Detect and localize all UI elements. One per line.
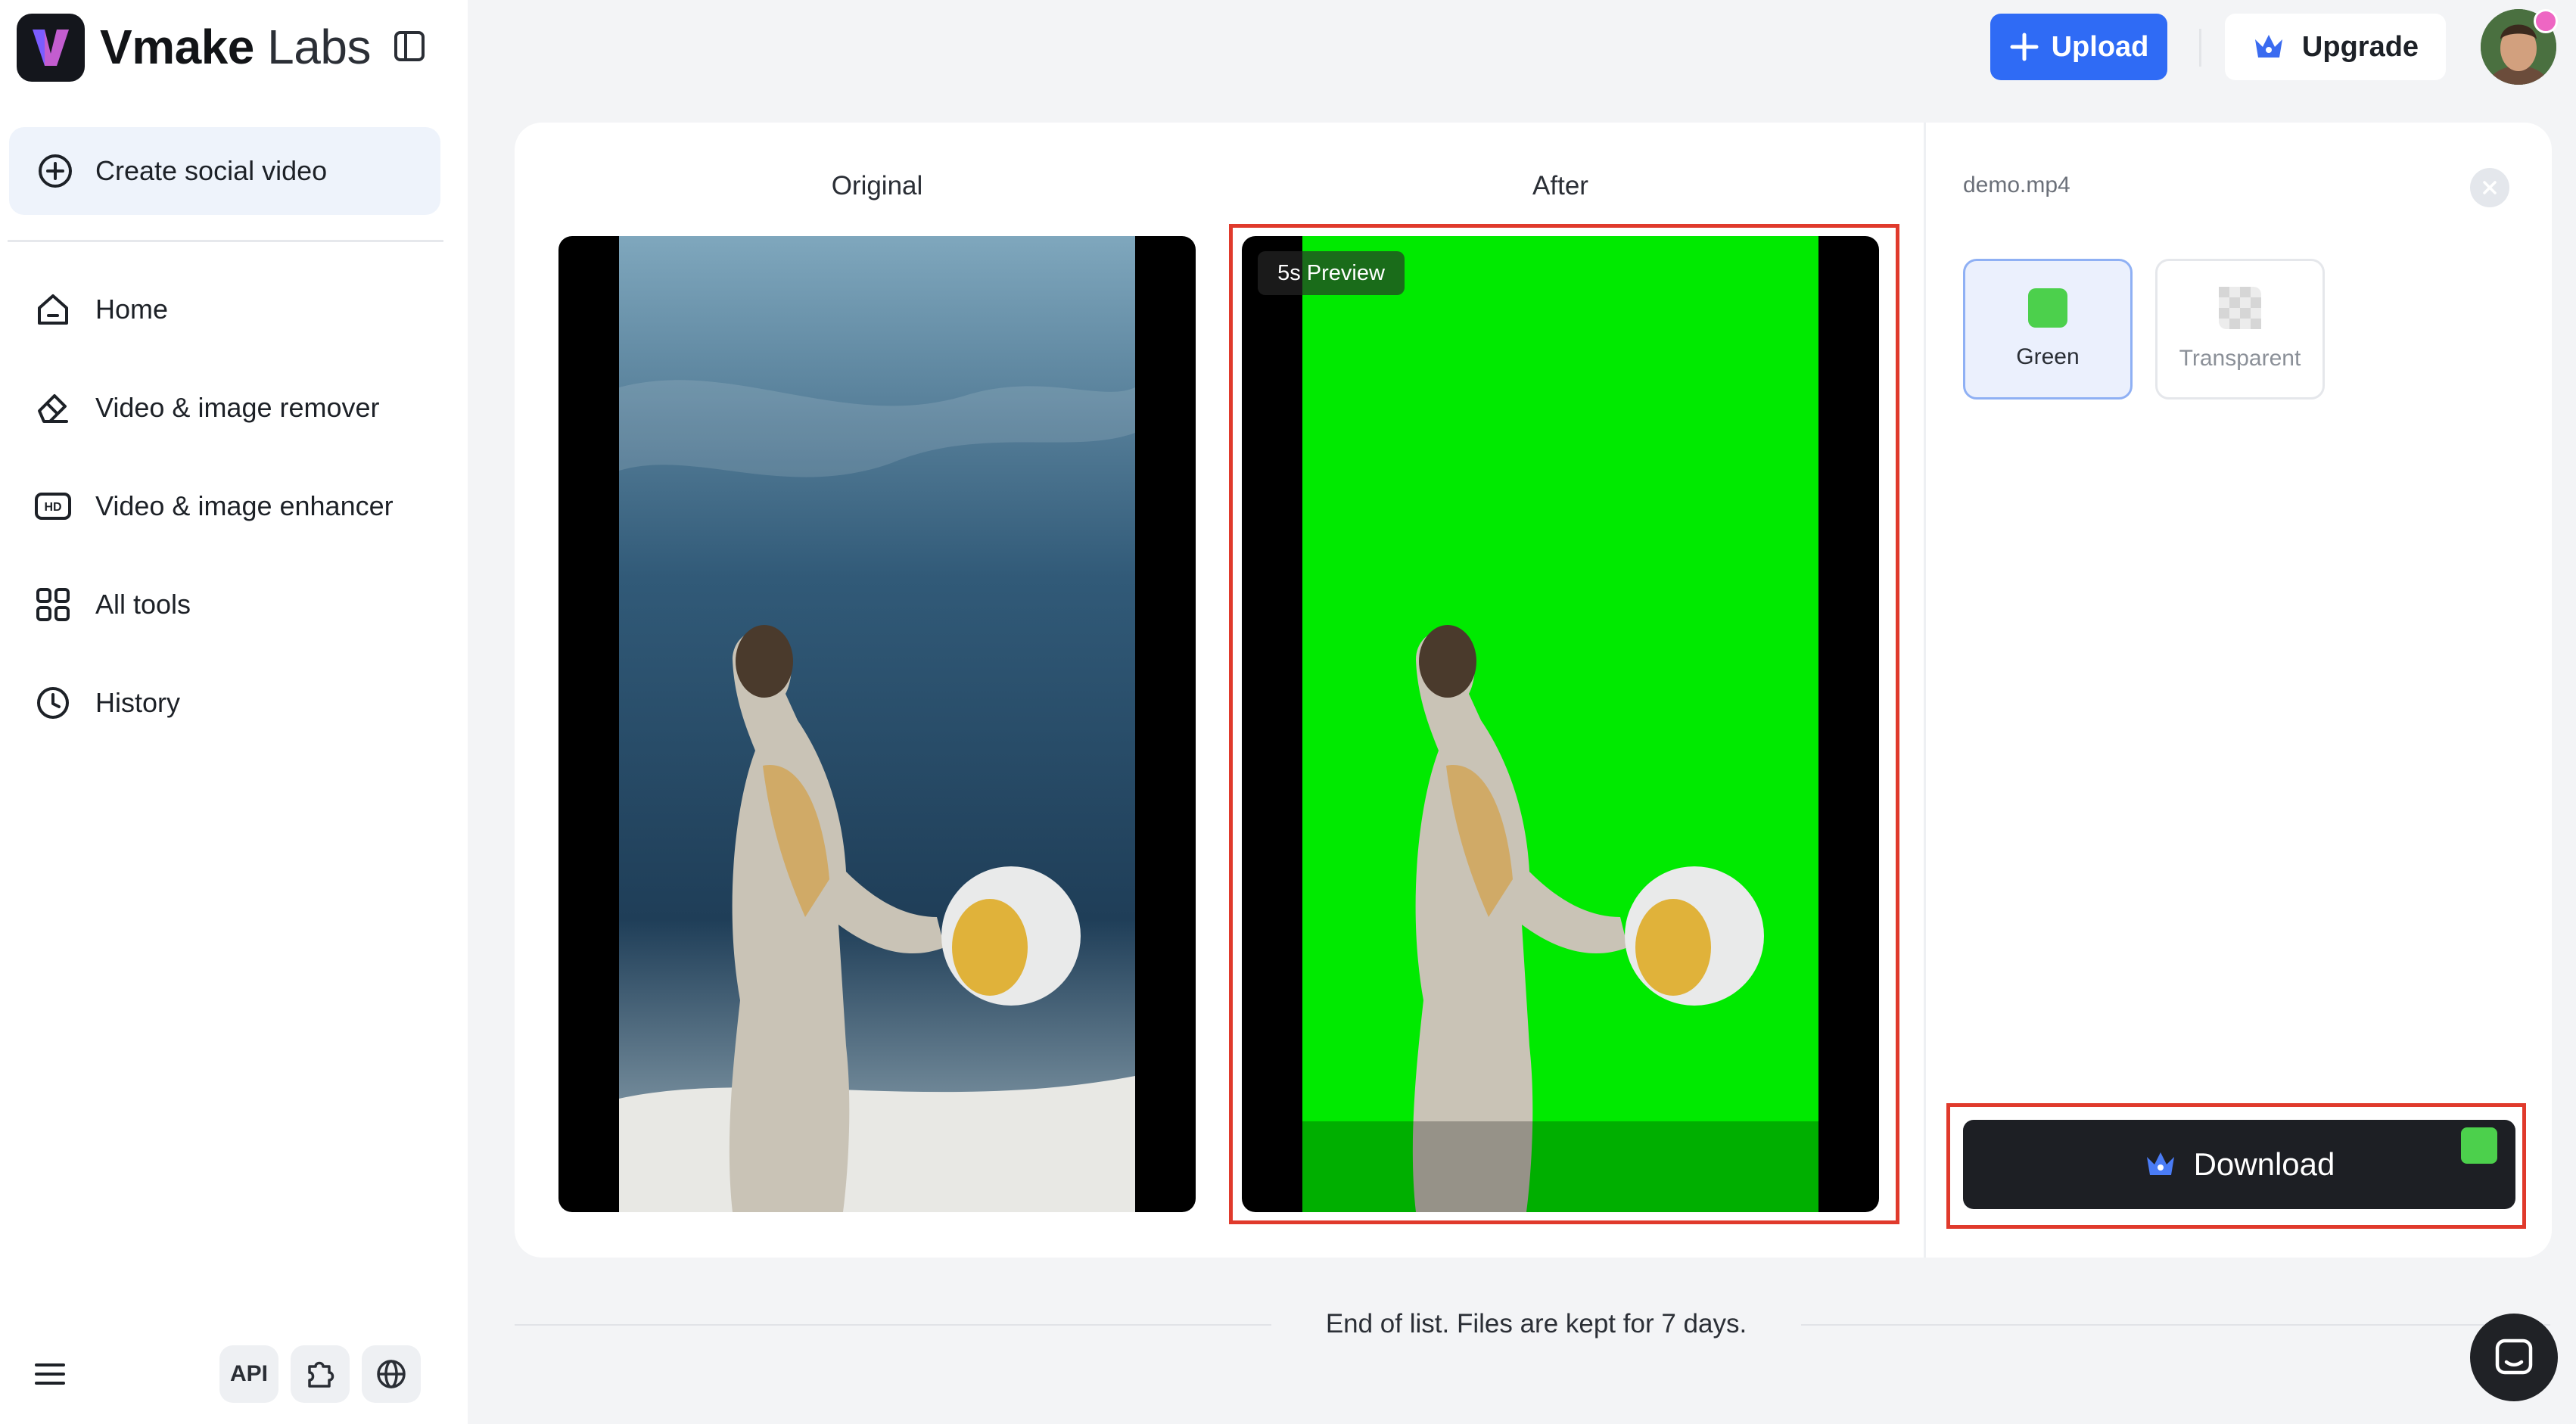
sidebar-item-home[interactable]: Home <box>9 270 440 349</box>
option-label: Green <box>2016 344 2080 369</box>
notification-badge <box>2534 9 2558 33</box>
plus-circle-icon <box>36 152 74 190</box>
grid-icon <box>33 585 73 624</box>
sidebar-item-label: History <box>95 687 181 718</box>
svg-text:HD: HD <box>44 501 61 514</box>
original-video-frame <box>619 236 1135 1212</box>
option-label: Transparent <box>2179 346 2301 371</box>
create-social-video-button[interactable]: Create social video <box>9 127 440 215</box>
after-highlight-box <box>1229 224 1899 1224</box>
menu-icon[interactable] <box>32 1356 68 1392</box>
background-option-transparent[interactable]: Transparent <box>2155 259 2325 400</box>
upload-label: Upload <box>2051 30 2149 63</box>
brand-name: Vmake Labs <box>100 17 371 77</box>
puzzle-icon <box>303 1357 337 1391</box>
sidebar-item-label: Video & image enhancer <box>95 490 394 521</box>
language-button[interactable] <box>362 1345 421 1403</box>
end-divider-left <box>515 1324 1271 1326</box>
sidebar-toggle-icon[interactable] <box>392 29 427 64</box>
api-button[interactable]: API <box>219 1345 278 1403</box>
upload-button[interactable]: Upload <box>1990 14 2167 80</box>
sidebar: Vmake Labs Create social video Home Vide… <box>0 0 468 1424</box>
after-title: After <box>1532 171 1588 201</box>
sidebar-divider <box>8 240 443 242</box>
end-divider-right <box>1801 1324 2550 1326</box>
plugin-button[interactable] <box>291 1345 350 1403</box>
checkerboard-icon <box>2219 287 2261 329</box>
original-video-player[interactable] <box>558 236 1196 1212</box>
header-separator <box>2199 29 2201 67</box>
original-title: Original <box>831 171 923 201</box>
upgrade-label: Upgrade <box>2301 30 2419 63</box>
vmake-logo-icon[interactable] <box>17 14 85 82</box>
close-button[interactable] <box>2470 168 2509 207</box>
sidebar-item-label: Home <box>95 294 169 325</box>
background-option-green[interactable]: Green <box>1963 259 2133 400</box>
download-highlight-box <box>1946 1103 2526 1229</box>
sidebar-item-enhancer[interactable]: HD Video & image enhancer <box>9 467 440 546</box>
create-social-video-label: Create social video <box>95 155 328 186</box>
brand-bold: Vmake <box>100 20 254 74</box>
api-label: API <box>229 1361 268 1386</box>
chat-support-button[interactable] <box>2470 1314 2558 1401</box>
file-name: demo.mp4 <box>1963 173 2070 197</box>
sidebar-item-label: Video & image remover <box>95 392 380 423</box>
clock-icon <box>33 683 73 723</box>
eraser-icon <box>33 388 73 428</box>
sidebar-item-remover[interactable]: Video & image remover <box>9 368 440 447</box>
home-icon <box>33 290 73 329</box>
plus-icon <box>2009 32 2039 62</box>
sidebar-item-all-tools[interactable]: All tools <box>9 565 440 644</box>
globe-icon <box>375 1357 408 1391</box>
brand-light: Labs <box>267 20 371 74</box>
upgrade-button[interactable]: Upgrade <box>2225 14 2446 80</box>
sidebar-item-label: All tools <box>95 589 191 620</box>
end-of-list-text: End of list. Files are kept for 7 days. <box>1325 1309 1747 1338</box>
hd-icon: HD <box>33 487 73 526</box>
close-icon <box>2483 181 2497 194</box>
crown-icon <box>2252 32 2285 62</box>
green-swatch <box>2028 288 2067 328</box>
panel-divider <box>1924 123 1926 1258</box>
chat-icon <box>2495 1338 2533 1375</box>
sidebar-item-history[interactable]: History <box>9 664 440 742</box>
